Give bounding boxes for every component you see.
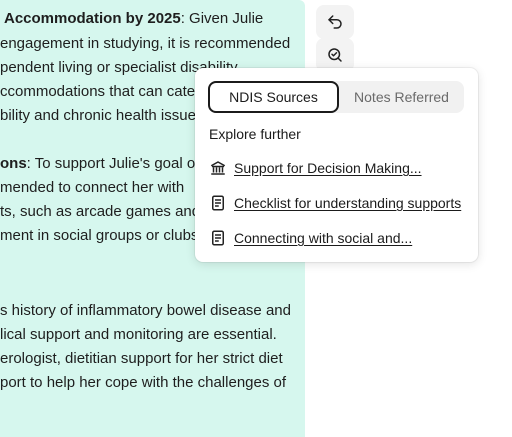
source-tabs: NDIS Sources Notes Referred [208, 81, 464, 113]
doc-line: mended to connect her with [0, 179, 185, 196]
link-checklist-supports[interactable]: Checklist for understanding supports [209, 191, 461, 215]
doc-line: lical support and monitoring are essenti… [0, 326, 277, 343]
doc-line: bility and chronic health issue [0, 107, 196, 124]
link-connecting-social[interactable]: Connecting with social and... [209, 226, 412, 250]
doc-line: ts, such as arcade games and [0, 203, 201, 220]
sources-popover: NDIS Sources Notes Referred Explore furt… [195, 68, 478, 262]
doc-line: engagement in studying, it is recommende… [0, 35, 291, 52]
bank-icon [209, 159, 227, 177]
doc-line: ons: To support Julie's goal of [0, 155, 200, 172]
doc-line: port to help her cope with the challenge… [0, 374, 287, 391]
document-icon [209, 229, 227, 247]
tab-ndis-sources[interactable]: NDIS Sources [208, 81, 339, 113]
explore-further-heading: Explore further [209, 126, 301, 142]
link-support-decision-making[interactable]: Support for Decision Making... [209, 156, 422, 180]
search-check-icon [328, 48, 342, 62]
doc-line: Accommodation by 2025: Given Julie [4, 10, 264, 27]
undo-button[interactable] [316, 5, 354, 39]
tab-notes-referred[interactable]: Notes Referred [339, 81, 464, 113]
doc-line: s history of inflammatory bowel disease … [0, 302, 291, 319]
doc-line: ment in social groups or clubs [0, 227, 199, 244]
doc-line: ccommodations that can cater [0, 83, 201, 100]
undo-icon [328, 15, 342, 29]
document-icon [209, 194, 227, 212]
doc-line: erologist, dietitian support for her str… [0, 350, 283, 367]
zoom-check-button[interactable] [316, 38, 354, 72]
